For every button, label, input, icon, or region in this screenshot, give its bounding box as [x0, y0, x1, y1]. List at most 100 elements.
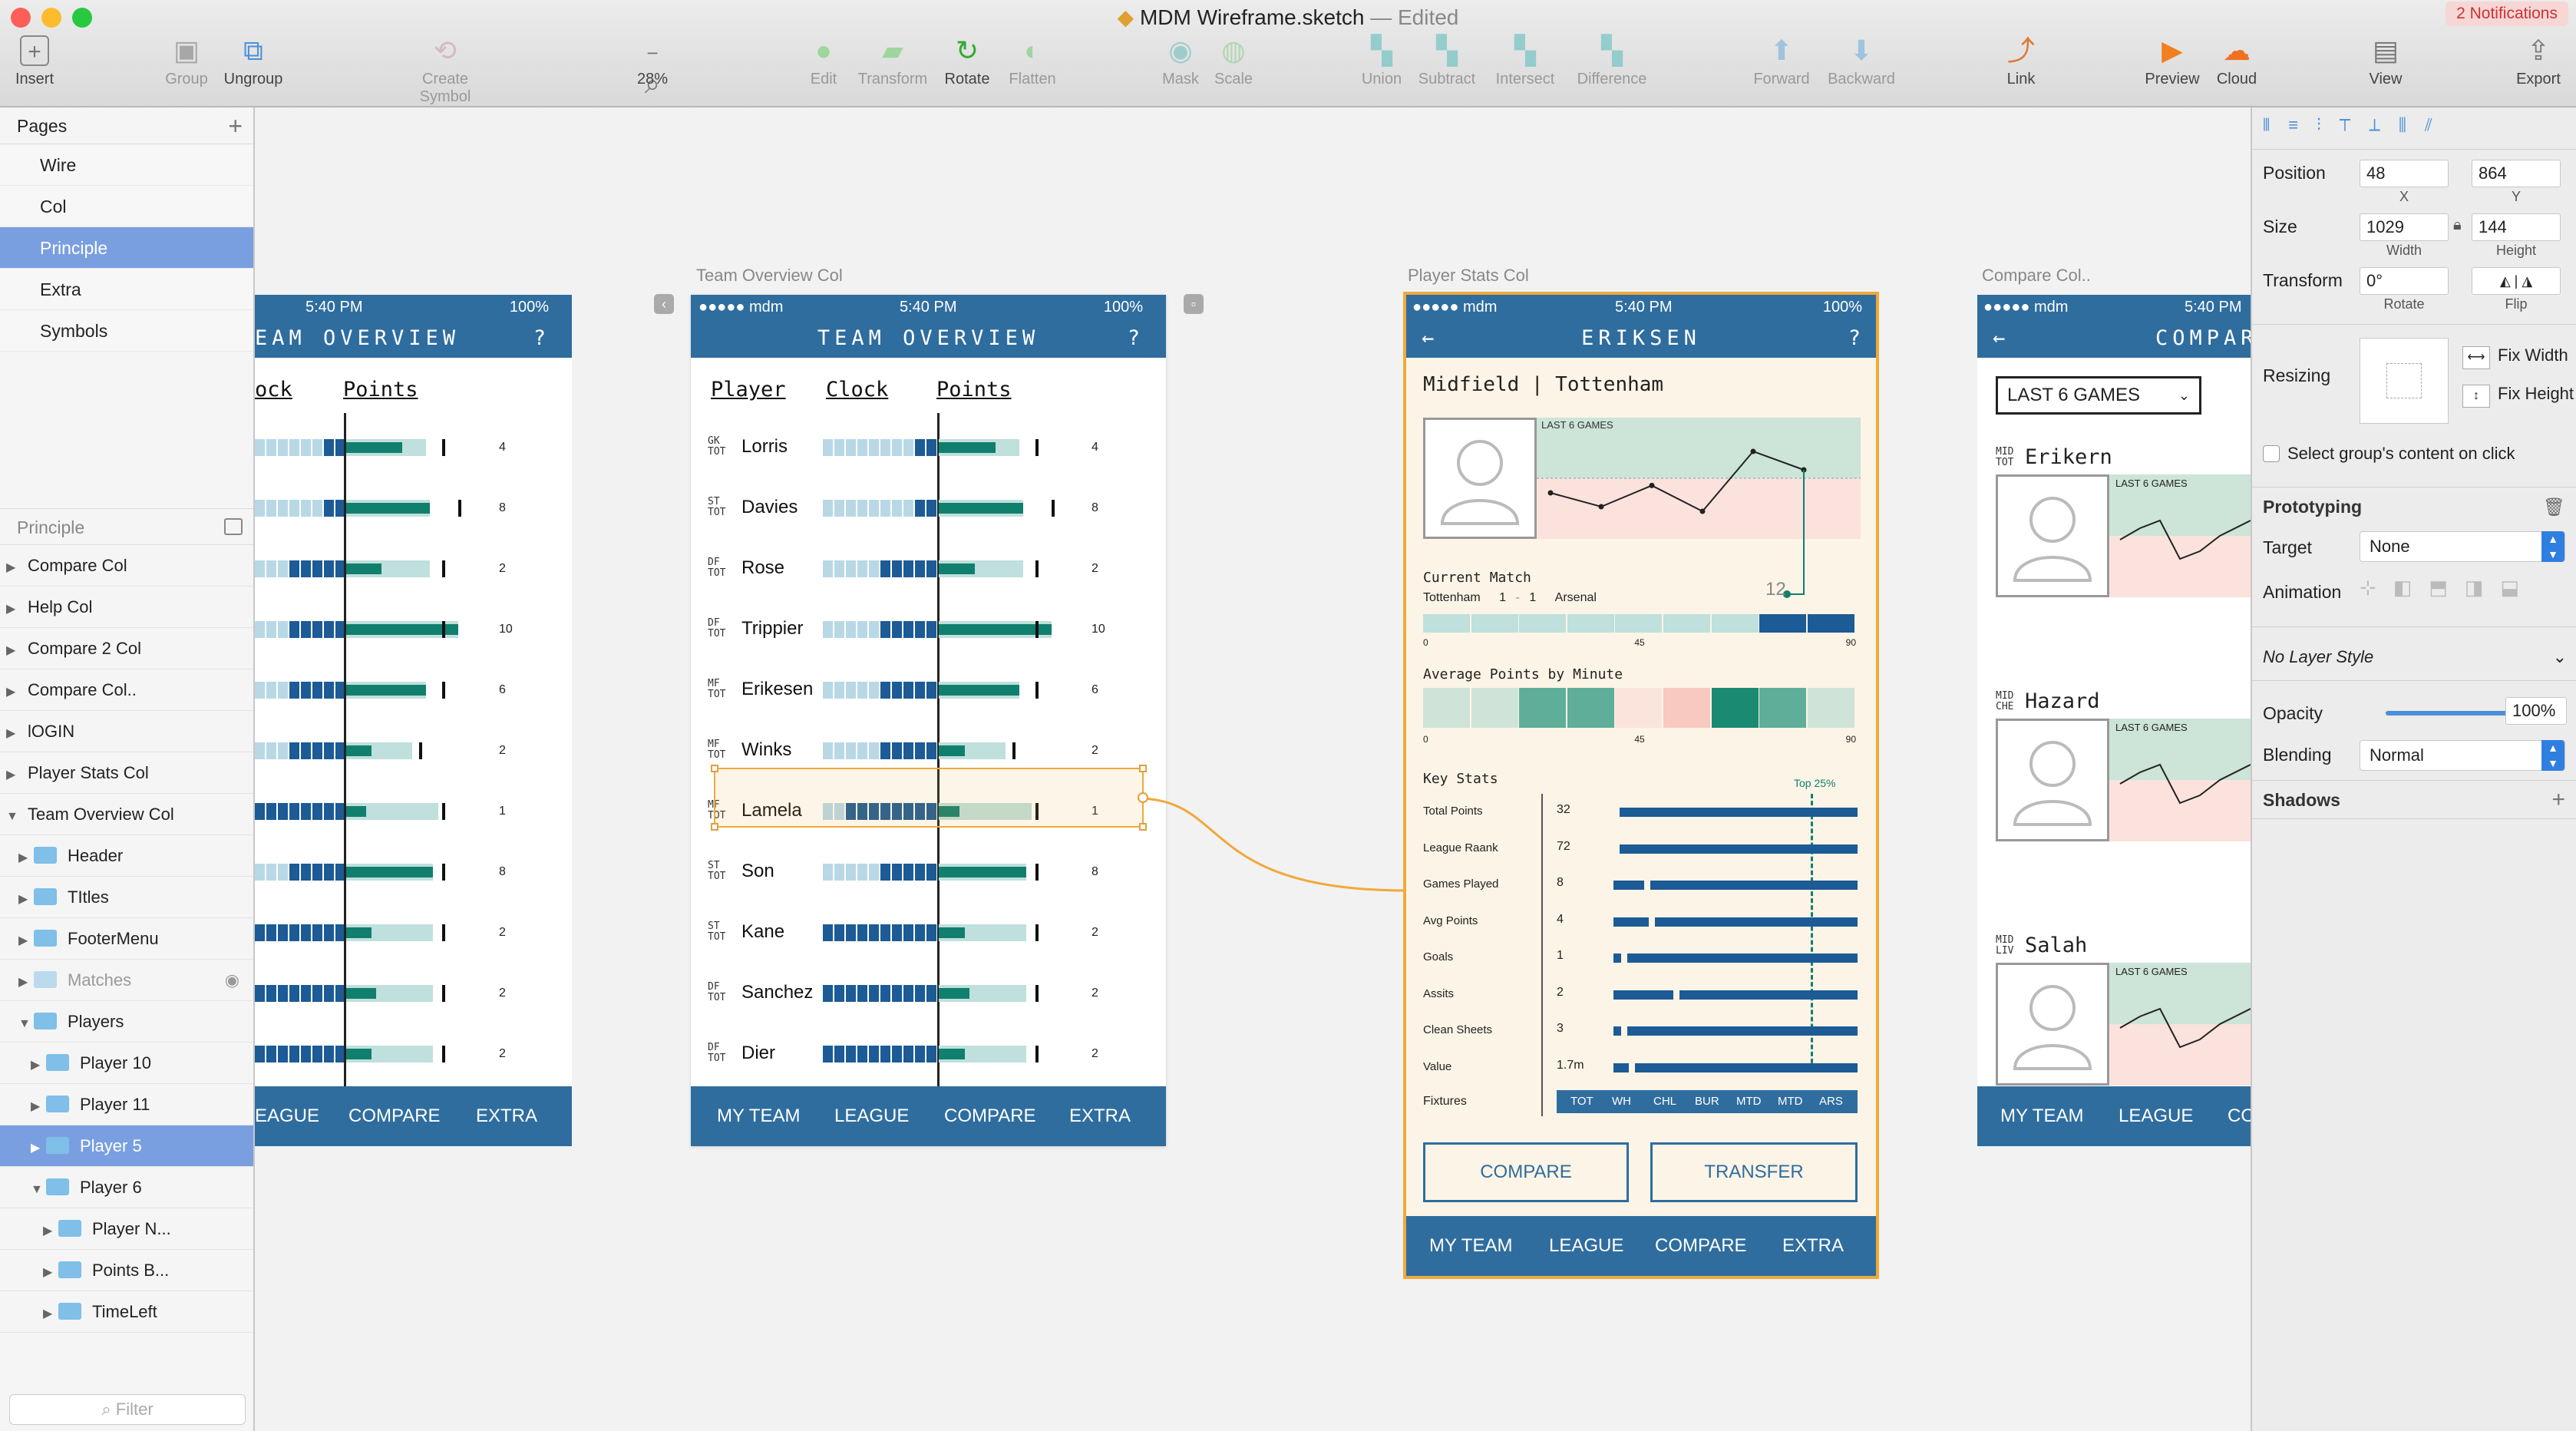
player-row[interactable]: 2 [255, 547, 572, 593]
player-row[interactable]: DF TOT Dier 2 [691, 1032, 1166, 1078]
height-field[interactable]: 144 [2472, 213, 2561, 241]
selected-layer-outline[interactable] [711, 765, 1148, 831]
compare-button[interactable]: COMPARE [1423, 1142, 1629, 1202]
player-row[interactable]: 1 [255, 789, 572, 835]
player-row[interactable]: MF TOT Erikesen 6 [691, 668, 1166, 714]
tab-extra[interactable]: EXTRA [1069, 1086, 1131, 1146]
help-icon[interactable]: ? [1848, 319, 1861, 358]
canvas[interactable]: 5:40 PM 100% EAM OVERVIEW ? ock Points 4… [255, 107, 2251, 1431]
disclosure-closed-icon[interactable]: ▶ [18, 962, 34, 1000]
transfer-button[interactable]: TRANSFER [1650, 1142, 1858, 1202]
link-button[interactable]: ⤴ Link [1979, 35, 2063, 88]
disclosure-open-icon[interactable]: ▼ [6, 796, 21, 834]
tab-compare[interactable]: COMPARE [348, 1086, 441, 1146]
player-row[interactable]: 4 [255, 425, 572, 471]
disclosure-closed-icon[interactable]: ▶ [6, 755, 21, 793]
layer-row[interactable]: ▶ Player 5 [0, 1125, 253, 1167]
disclosure-open-icon[interactable]: ▼ [31, 1169, 46, 1208]
player-row[interactable]: 2 [255, 1032, 572, 1078]
page-item-principle[interactable]: Principle [0, 227, 253, 269]
period-dropdown[interactable]: LAST 6 GAMES ⌄ [1996, 376, 2201, 415]
notifications-badge[interactable]: 2 Notifications [2446, 2, 2568, 26]
layer-style-select[interactable]: No Layer Style ⌄ [2263, 642, 2567, 673]
layer-row[interactable]: ▼ Player 6 [0, 1167, 253, 1208]
layer-row[interactable]: ▶ Points B... [0, 1250, 253, 1291]
lock-icon[interactable]: 🔒︎ [2453, 216, 2462, 234]
page-item-wire[interactable]: Wire [0, 144, 253, 186]
tab-compare[interactable]: COMPARE [944, 1086, 1036, 1146]
scale-button[interactable]: ◍ Scale [1191, 35, 1276, 88]
tab-extra[interactable]: EXTRA [1782, 1216, 1844, 1276]
disclosure-closed-icon[interactable]: ▶ [43, 1252, 58, 1291]
position-y-field[interactable]: 864 [2472, 160, 2561, 187]
disclosure-closed-icon[interactable]: ▶ [6, 672, 21, 710]
disclosure-open-icon[interactable]: ▼ [18, 1003, 34, 1042]
tab-my-team[interactable]: MY TEAM [2000, 1086, 2083, 1146]
player-row[interactable]: 6 [255, 668, 572, 714]
blending-select[interactable]: Normal ▲ ▼ [2360, 740, 2565, 771]
compare-card[interactable]: MID CHE Hazard LAST 6 GAMES [1977, 688, 2251, 887]
layer-row[interactable]: ▶ Header [0, 835, 253, 877]
tab-league[interactable]: EAGUE [255, 1086, 319, 1146]
layer-row[interactable]: ▶ Matches ◉ [0, 960, 253, 1001]
artboard-label[interactable]: Compare Col.. [1982, 266, 2091, 286]
compare-card[interactable]: MID TOT Erikern LAST 6 GAMES [1977, 444, 2251, 643]
artboard-player-stats[interactable]: ●●●●● mdm 5:40 PM 100% ← ERIKSEN ? Midfi… [1403, 292, 1879, 1279]
disclosure-closed-icon[interactable]: ▶ [18, 920, 34, 959]
tab-compare[interactable]: CO [2228, 1086, 2251, 1146]
disclosure-closed-icon[interactable]: ▶ [18, 838, 34, 876]
player-row[interactable]: 2 [255, 910, 572, 957]
resize-handle[interactable] [711, 823, 718, 831]
help-icon[interactable]: ? [533, 319, 550, 358]
tab-league[interactable]: LEAGUE [2119, 1086, 2193, 1146]
disclosure-closed-icon[interactable]: ▶ [6, 589, 21, 627]
fix-height-toggle[interactable]: ↕ Fix Height [2462, 384, 2574, 408]
layer-row[interactable]: ▶ FooterMenu [0, 918, 253, 960]
add-page-button[interactable]: + [228, 107, 243, 144]
layer-row[interactable]: ▶ Help Col [0, 587, 253, 628]
disclosure-closed-icon[interactable]: ▶ [43, 1211, 58, 1249]
disclosure-closed-icon[interactable]: ▶ [18, 879, 34, 917]
backward-button[interactable]: ⬇ Backward [1819, 35, 1904, 88]
disclosure-closed-icon[interactable]: ▶ [31, 1128, 46, 1166]
player-row[interactable]: 10 [255, 607, 572, 653]
width-field[interactable]: 1029 [2360, 213, 2449, 241]
artboard-team-overview[interactable]: ●●●●● mdm 5:40 PM 100% TEAM OVERVIEW ? P… [691, 295, 1166, 1146]
player-row[interactable]: ST TOT Son 8 [691, 850, 1166, 896]
player-row[interactable]: DF TOT Sanchez 2 [691, 971, 1166, 1017]
disclosure-closed-icon[interactable]: ▶ [31, 1086, 46, 1125]
flatten-button[interactable]: ◐ Flatten [990, 35, 1075, 88]
layer-row[interactable]: ▶ Player 10 [0, 1043, 253, 1084]
layer-row[interactable]: ▶ Player N... [0, 1208, 253, 1250]
tab-my-team[interactable]: MY TEAM [717, 1086, 800, 1146]
page-item-col[interactable]: Col [0, 186, 253, 227]
player-row[interactable]: GK TOT Lorris 4 [691, 425, 1166, 471]
tab-league[interactable]: LEAGUE [1549, 1216, 1623, 1276]
player-row[interactable]: 8 [255, 486, 572, 532]
resize-handle[interactable] [1139, 823, 1147, 831]
player-row[interactable]: ST TOT Davies 8 [691, 486, 1166, 532]
select-group-checkbox[interactable]: Select group's content on click [2263, 444, 2515, 464]
subtract-button[interactable]: ▚ Subtract [1405, 35, 1489, 88]
disclosure-closed-icon[interactable]: ▶ [43, 1294, 58, 1332]
rotate-field[interactable]: 0° [2360, 267, 2449, 295]
insert-button[interactable]: + Insert [0, 35, 77, 88]
layer-filter-input[interactable]: ⌕ Filter [9, 1394, 246, 1425]
player-row[interactable]: DF TOT Rose 2 [691, 547, 1166, 593]
zoom-control[interactable]: − ⌕ +28% [610, 35, 695, 128]
artboard-compare[interactable]: ●●●●● mdm 5:40 PM ← COMPAR LAST 6 GAMES … [1977, 295, 2251, 1146]
layer-row[interactable]: ▼ Team Overview Col [0, 794, 253, 835]
artboard-label[interactable]: Player Stats Col [1408, 266, 1529, 286]
opacity-field[interactable]: 100% [2505, 697, 2567, 725]
help-icon[interactable]: ? [1128, 319, 1144, 358]
layer-row[interactable]: ▶ Compare Col.. [0, 669, 253, 711]
intersect-button[interactable]: ▚ Intersect [1483, 35, 1567, 88]
position-x-field[interactable]: 48 [2360, 160, 2449, 187]
disclosure-closed-icon[interactable]: ▶ [31, 1045, 46, 1083]
resizing-widget[interactable] [2360, 338, 2449, 424]
prev-artboard-icon[interactable]: ‹ [654, 294, 674, 314]
disclosure-closed-icon[interactable]: ▶ [6, 547, 21, 586]
eye-icon[interactable]: ◉ [225, 960, 239, 1000]
next-artboard-icon[interactable]: ▫ [1184, 294, 1204, 314]
create-symbol-button[interactable]: ⟲ Create Symbol [399, 35, 491, 106]
